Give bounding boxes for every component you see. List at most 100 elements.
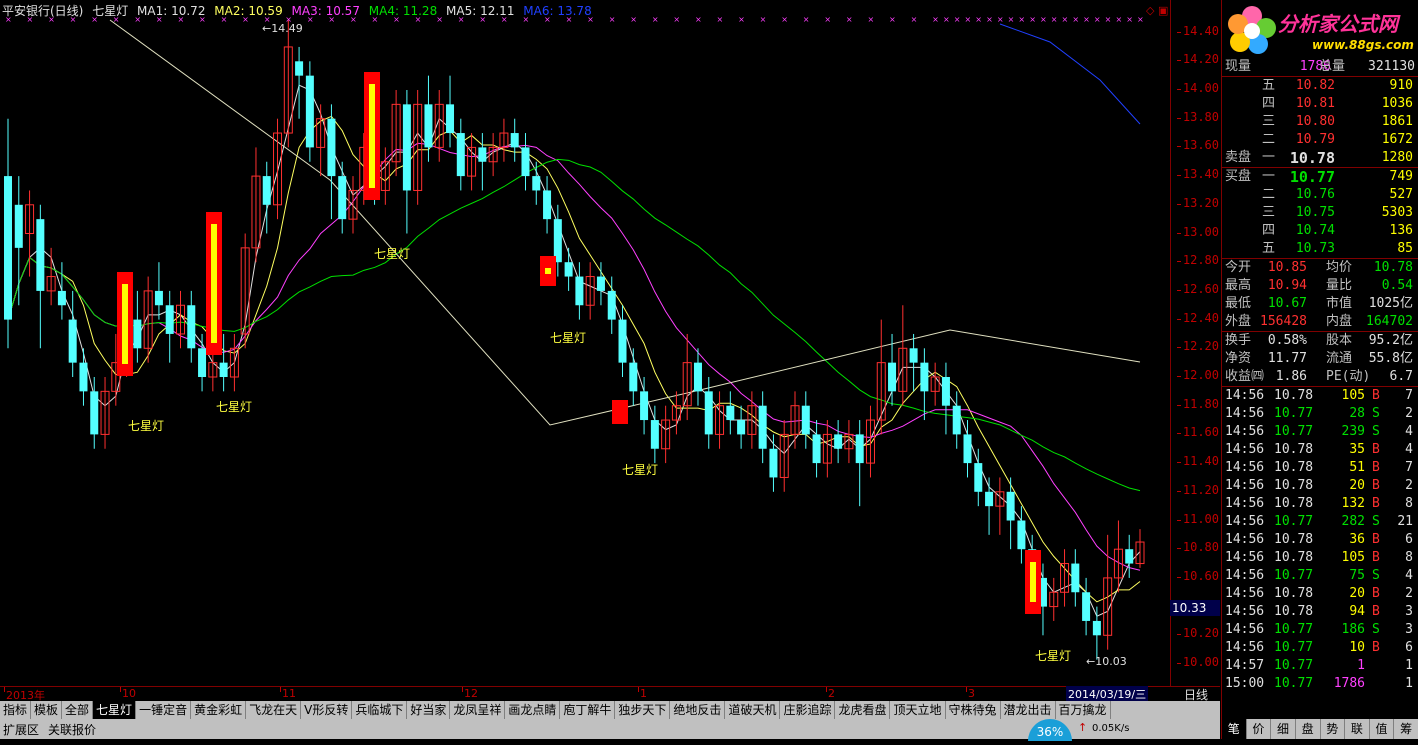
date-axis-tick: [120, 687, 121, 692]
date-axis-label: 12: [464, 687, 478, 700]
panel-tab[interactable]: 细: [1271, 719, 1296, 739]
ma1-label: MA1: 10.72: [137, 4, 206, 18]
candle-body: [920, 362, 929, 392]
stat-label: 最低: [1225, 296, 1252, 311]
finance-row: 净资 11.77 流通 55.8亿: [1222, 350, 1415, 368]
panel-tab[interactable]: 筹: [1394, 719, 1418, 739]
indicator-tab[interactable]: 七星灯: [93, 701, 137, 719]
stat-value: 156428: [1260, 314, 1307, 329]
indicator-tab[interactable]: 龙凤呈祥: [450, 701, 506, 719]
related-quote-button[interactable]: 关联报价: [48, 721, 96, 738]
date-axis-tick: [4, 687, 5, 692]
tick-price: 10.78: [1274, 478, 1314, 493]
candle-body: [198, 348, 207, 377]
tick-time: 14:56: [1225, 550, 1265, 565]
ask-volume: 1672: [1381, 132, 1413, 147]
indicator-tab[interactable]: 模板: [31, 701, 63, 719]
qixingdeng-label: 七星灯: [128, 419, 164, 433]
tick-volume: 20: [1349, 586, 1365, 601]
ext-area-button[interactable]: 扩展区: [3, 721, 39, 738]
candlestick-chart[interactable]: × × × × × × × × × × × × × × × × × × × × × × × × × × × × × × × × × × × × × × × ×…: [0, 0, 1170, 686]
selected-date: 2014/03/19/三: [1066, 686, 1149, 702]
signal-x-marker: ×: [824, 15, 831, 24]
stat-row: 外盘 156428 内盘 164702: [1222, 313, 1415, 331]
stat-value: 0.54: [1381, 278, 1413, 293]
ma2-label: MA2: 10.59: [214, 4, 283, 18]
indicator-tab[interactable]: 潜龙出击: [1001, 701, 1056, 719]
tick-time: 14:56: [1225, 604, 1265, 619]
indicator-tab[interactable]: 兵临城下: [352, 701, 408, 719]
candle-body: [14, 204, 23, 248]
indicator-tab[interactable]: 绝地反击: [670, 701, 726, 719]
stat-value: 10.78: [1373, 260, 1413, 275]
indicator-tab[interactable]: 飞龙在天: [246, 701, 302, 719]
signal-x-marker: ×: [867, 15, 874, 24]
candle-body: [36, 219, 45, 291]
candle-body: [575, 276, 584, 306]
ask-level: 三: [1262, 114, 1276, 129]
candle-body: [1006, 491, 1015, 521]
ask-row: 三 10.80 1861: [1222, 113, 1415, 131]
indicator-tab[interactable]: 独步天下: [615, 701, 671, 719]
ma6-label: MA6: 13.78: [523, 4, 592, 18]
signal-x-marker: ×: [975, 15, 982, 24]
qixingdeng-signal-core: [1030, 562, 1036, 602]
indicator-tab[interactable]: 黄金彩虹: [191, 701, 247, 719]
low-price-annotation: ←10.03: [1086, 655, 1127, 668]
indicator-tab[interactable]: 全部: [62, 701, 94, 719]
window-controls[interactable]: ◇ ▣: [1146, 4, 1168, 17]
indicator-tab[interactable]: 画龙点睛: [505, 701, 561, 719]
finance-row: 收益㈣ 1.86 PE(动) 6.7: [1222, 368, 1415, 386]
panel-tab[interactable]: 价: [1247, 719, 1272, 739]
tick-volume: 1: [1357, 658, 1365, 673]
tick-count: 4: [1405, 442, 1413, 457]
tick-volume: 75: [1349, 568, 1365, 583]
tick-row: 14:56 10.77 10 B 6: [1222, 639, 1415, 657]
ask-volume: 1861: [1381, 114, 1413, 129]
indicator-tab[interactable]: 道破天机: [725, 701, 781, 719]
indicator-tab[interactable]: 庖丁解牛: [560, 701, 616, 719]
indicator-tab[interactable]: 百万擒龙: [1056, 701, 1111, 719]
candle-body: [564, 262, 573, 277]
indicator-tab[interactable]: 庄影追踪: [780, 701, 836, 719]
tick-row: 14:56 10.78 105 B 7: [1222, 387, 1415, 405]
tick-side: B: [1372, 442, 1380, 457]
indicator-tab[interactable]: V形反转: [301, 701, 353, 719]
ask-volume: 1036: [1381, 96, 1413, 111]
panel-tab[interactable]: 势: [1321, 719, 1346, 739]
indicator-tab[interactable]: 指标: [0, 701, 32, 719]
panel-tab[interactable]: 联: [1345, 719, 1370, 739]
signal-x-marker: ×: [1029, 15, 1036, 24]
finance-row: 换手 0.58% 股本 95.2亿: [1222, 332, 1415, 350]
stat-label: 均价: [1326, 260, 1353, 275]
indicator-tab[interactable]: 好当家: [407, 701, 451, 719]
indicator-tab[interactable]: 顶天立地: [890, 701, 946, 719]
date-axis-label: 10: [122, 687, 136, 700]
signal-x-marker: ×: [1083, 15, 1090, 24]
candle-body: [543, 190, 552, 220]
panel-tab[interactable]: 笔: [1222, 719, 1247, 739]
panel-tab[interactable]: 值: [1370, 719, 1395, 739]
high-price-annotation: ←14.49: [262, 22, 303, 35]
panel-tab[interactable]: 盘: [1296, 719, 1321, 739]
indicator-tab[interactable]: 一锤定音: [136, 701, 192, 719]
tick-row: 14:56 10.78 20 B 2: [1222, 585, 1415, 603]
tick-row: 14:56 10.78 35 B 4: [1222, 441, 1415, 459]
indicator-tab[interactable]: 守株待兔: [946, 701, 1001, 719]
tick-side: B: [1372, 388, 1380, 403]
tick-price: 10.77: [1274, 622, 1314, 637]
indicator-tab[interactable]: 龙虎看盘: [835, 701, 891, 719]
candle-body: [812, 434, 821, 464]
price-tick-label: 12.80: [1176, 253, 1219, 268]
candle-body: [640, 391, 649, 421]
candle-body: [165, 305, 174, 334]
date-axis-label: 3: [968, 687, 975, 700]
tick-count: 7: [1405, 460, 1413, 475]
bid-level: 三: [1262, 205, 1276, 220]
ask-price: 10.79: [1295, 132, 1335, 147]
ask-price: 10.78: [1289, 149, 1335, 167]
candle-body: [985, 491, 994, 507]
tick-price: 10.78: [1274, 442, 1314, 457]
tick-price: 10.78: [1274, 460, 1314, 475]
bid-row: 买盘一 10.77 749: [1222, 168, 1415, 186]
